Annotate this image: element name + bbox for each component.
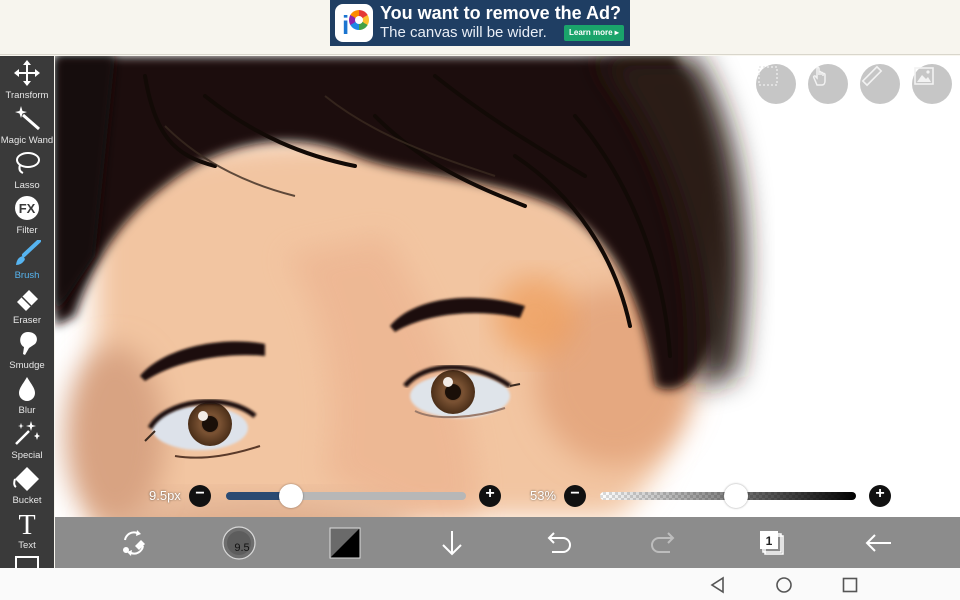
ibis-paint-app: i You want to remove the Ad? The canvas … — [0, 0, 960, 600]
ad-headline: You want to remove the Ad? — [380, 3, 622, 23]
tool-label: Text — [18, 540, 36, 551]
text-icon: T — [18, 510, 35, 536]
grid-button[interactable] — [756, 64, 796, 104]
tool-label: Transform — [5, 90, 49, 101]
tool-label: Bucket — [12, 495, 42, 506]
brush-size-plus-button[interactable]: + — [479, 485, 501, 507]
tool-special[interactable]: Special — [0, 416, 54, 461]
tool-lasso[interactable]: Lasso — [0, 146, 54, 191]
download-button[interactable] — [435, 526, 469, 560]
opacity-thumb[interactable] — [723, 484, 748, 508]
system-nav-bar — [0, 568, 960, 600]
ad-banner[interactable]: i You want to remove the Ad? The canvas … — [330, 0, 630, 46]
layers-button[interactable]: 1 — [755, 526, 789, 560]
back-button[interactable] — [861, 526, 895, 560]
tool-blur[interactable]: Blur — [0, 371, 54, 416]
ad-learn-more-button[interactable]: Learn more ▸ — [564, 25, 624, 41]
tool-label: Special — [11, 450, 43, 461]
hand-gesture-icon — [813, 66, 826, 86]
tool-frame-partial[interactable] — [15, 556, 39, 568]
ibis-paint-logo-icon: i — [335, 4, 373, 42]
bottom-action-bar: 9.5 1 — [55, 517, 960, 568]
tool-label: Magic Wand — [0, 135, 54, 146]
fx-filter-icon: FX — [15, 196, 39, 220]
tool-label: Filter — [16, 225, 38, 236]
recents-square-icon[interactable] — [841, 576, 859, 594]
artwork — [55, 56, 745, 517]
tool-label: Blur — [18, 405, 36, 416]
bucket-icon — [13, 467, 39, 491]
brush-size-thumb[interactable] — [278, 484, 303, 508]
redo-icon — [651, 532, 675, 553]
undo-button[interactable] — [541, 526, 575, 560]
brush-size-minus-button[interactable]: − — [189, 485, 211, 507]
swap-brush-eraser-button[interactable] — [117, 526, 151, 560]
brush-size-badge: 9.5 — [234, 542, 249, 554]
opacity-plus-button[interactable]: + — [869, 485, 891, 507]
brush-size-slider[interactable] — [226, 492, 466, 500]
ruler-icon — [861, 65, 883, 87]
hand-gesture-button[interactable] — [808, 64, 848, 104]
tool-bucket[interactable]: Bucket — [0, 461, 54, 506]
undo-icon — [547, 532, 571, 553]
blur-drop-icon — [19, 377, 35, 401]
eraser-icon — [17, 290, 38, 311]
tool-text[interactable]: T Text — [0, 506, 54, 551]
brush-size-value: 9.5px — [149, 488, 181, 503]
lasso-icon — [16, 152, 40, 174]
tool-label: Brush — [14, 270, 40, 281]
special-sparkle-icon — [15, 421, 40, 445]
tool-label: Eraser — [13, 315, 41, 326]
back-triangle-icon[interactable] — [709, 576, 727, 594]
tool-transform[interactable]: Transform — [0, 56, 54, 101]
magic-wand-icon — [15, 106, 40, 131]
ad-subtext: The canvas will be wider. — [380, 24, 547, 41]
material-image-button[interactable] — [912, 64, 952, 104]
home-circle-icon[interactable] — [775, 576, 793, 594]
tool-label: Lasso — [14, 180, 40, 191]
svg-text:FX: FX — [19, 201, 36, 216]
brush-preview-icon: 9.5 — [222, 526, 256, 560]
ruler-button[interactable] — [860, 64, 900, 104]
svg-text:T: T — [18, 510, 35, 536]
back-arrow-icon — [865, 534, 891, 552]
swap-brush-eraser-icon — [123, 530, 145, 556]
redo-button[interactable] — [647, 526, 681, 560]
tool-filter[interactable]: FX Filter — [0, 191, 54, 236]
download-icon — [442, 531, 462, 556]
material-image-icon — [914, 67, 934, 85]
opacity-minus-button[interactable]: − — [564, 485, 586, 507]
brush-icon — [16, 240, 41, 265]
opacity-value: 53% — [530, 488, 557, 503]
transform-icon — [14, 60, 40, 86]
tool-sidebar: Transform Magic Wand Lasso FX Filter Bru… — [0, 56, 54, 568]
layers-count: 1 — [766, 534, 773, 548]
ad-banner-area: i You want to remove the Ad? The canvas … — [0, 0, 960, 55]
tool-smudge[interactable]: Smudge — [0, 326, 54, 371]
tool-label: Smudge — [9, 360, 45, 371]
tool-magic-wand[interactable]: Magic Wand — [0, 101, 54, 146]
color-swatch-button[interactable] — [328, 526, 362, 560]
grid-icon — [758, 66, 778, 86]
drawing-canvas[interactable]: 9.5px − + 53% − + — [55, 56, 960, 517]
brush-preview-button[interactable]: 9.5 — [222, 526, 256, 560]
smudge-icon — [20, 332, 37, 355]
layers-icon: 1 — [760, 531, 784, 555]
tool-brush[interactable]: Brush — [0, 236, 54, 281]
color-swatch-icon — [329, 527, 361, 559]
tool-eraser[interactable]: Eraser — [0, 281, 54, 326]
